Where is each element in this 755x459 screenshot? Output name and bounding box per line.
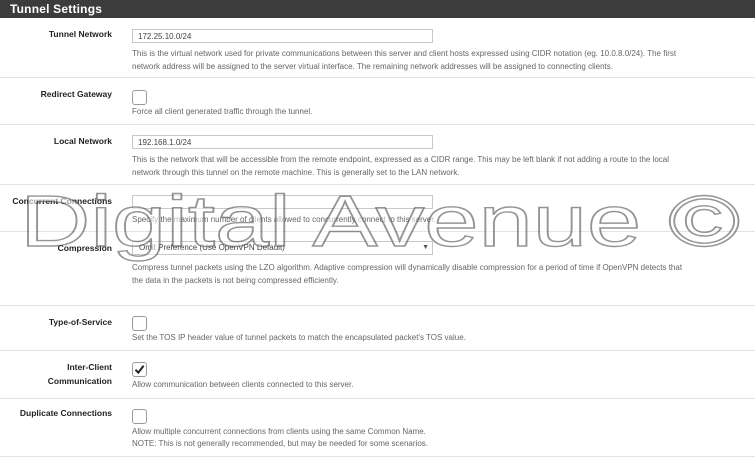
compression-help-2: the data in the packets is not being com… [132, 276, 339, 285]
type-of-service-label: Type-of-Service [48, 317, 112, 327]
tunnel-network-help-2: network address will be assigned to the … [132, 62, 613, 71]
tunnel-network-help-1: This is the virtual network used for pri… [132, 49, 677, 58]
compression-selected-value: Omit Preference (Use OpenVPN Default) [139, 243, 285, 252]
panel-title: Tunnel Settings [0, 0, 755, 18]
row-tunnel-network: Tunnel Network This is the virtual netwo… [0, 18, 755, 78]
redirect-gateway-label: Redirect Gateway [40, 89, 112, 99]
inter-client-checkbox[interactable] [132, 362, 147, 377]
concurrent-connections-input[interactable] [132, 195, 433, 209]
duplicate-connections-checkbox[interactable] [132, 409, 147, 424]
row-local-network: Local Network This is the network that w… [0, 125, 755, 185]
checkmark-icon [134, 365, 145, 375]
type-of-service-checkbox[interactable] [132, 316, 147, 331]
compression-label: Compression [57, 243, 112, 253]
duplicate-connections-help-1: Allow multiple concurrent connections fr… [132, 427, 426, 436]
chevron-down-icon: ▼ [422, 244, 429, 251]
row-type-of-service: Type-of-Service Set the TOS IP header va… [0, 306, 755, 351]
compression-help-1: Compress tunnel packets using the LZO al… [132, 263, 683, 272]
row-concurrent-connections: Concurrent Connections Specify the maxim… [0, 185, 755, 232]
redirect-gateway-checkbox[interactable] [132, 90, 147, 105]
local-network-help-2: network through this tunnel on the remot… [132, 168, 460, 177]
tunnel-network-input[interactable] [132, 29, 433, 43]
row-redirect-gateway: Redirect Gateway Force all client genera… [0, 78, 755, 125]
duplicate-connections-help-2: NOTE: This is not generally recommended,… [132, 439, 428, 448]
concurrent-connections-label: Concurrent Connections [12, 196, 112, 206]
inter-client-help: Allow communication between clients conn… [132, 380, 354, 389]
row-duplicate-connections: Duplicate Connections Allow multiple con… [0, 399, 755, 457]
redirect-gateway-help: Force all client generated traffic throu… [132, 107, 313, 116]
inter-client-label-line2: Communication [47, 376, 112, 386]
tunnel-network-label: Tunnel Network [48, 29, 112, 39]
local-network-input[interactable] [132, 135, 433, 149]
local-network-help-1: This is the network that will be accessi… [132, 155, 670, 164]
compression-select[interactable]: Omit Preference (Use OpenVPN Default) ▼ [132, 241, 433, 255]
concurrent-connections-help: Specify the maximum number of clients al… [132, 215, 436, 224]
row-compression: Compression Omit Preference (Use OpenVPN… [0, 232, 755, 306]
type-of-service-help: Set the TOS IP header value of tunnel pa… [132, 333, 466, 342]
inter-client-label-line1: Inter-Client [67, 362, 112, 372]
duplicate-connections-label: Duplicate Connections [19, 408, 112, 418]
local-network-label: Local Network [53, 136, 112, 146]
row-inter-client: Inter-Client Communication Allow communi… [0, 351, 755, 399]
